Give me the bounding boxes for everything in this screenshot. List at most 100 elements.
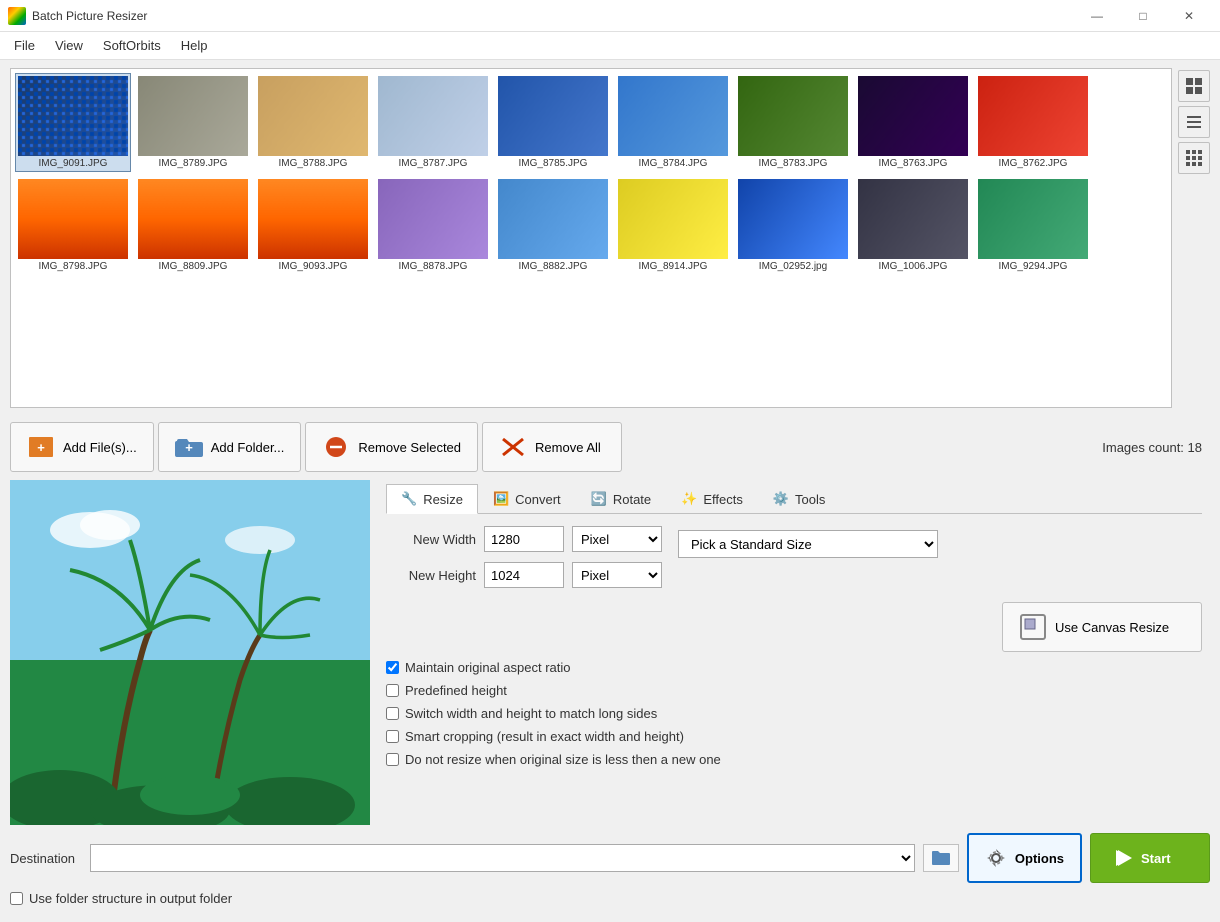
smart-crop-checkbox[interactable] [386,730,399,743]
gallery-item[interactable]: IMG_8788.JPG [255,73,371,172]
gallery-item[interactable]: IMG_8763.JPG [855,73,971,172]
window-controls: — □ ✕ [1074,0,1212,32]
thumb-img [618,179,728,259]
options-panel: 🔧 Resize 🖼️ Convert 🔄 Rotate ✨ Effects ⚙… [378,480,1210,825]
tools-tab-label: Tools [795,492,825,507]
gallery-item[interactable]: IMG_8809.JPG [135,176,251,275]
list-view-icon [1185,113,1203,131]
switch-wh-row: Switch width and height to match long si… [386,706,1202,721]
new-height-input[interactable] [484,562,564,588]
gallery-item[interactable]: IMG_8882.JPG [495,176,611,275]
predefined-height-label[interactable]: Predefined height [405,683,507,698]
canvas-resize-button[interactable]: Use Canvas Resize [1002,602,1202,652]
no-resize-checkbox[interactable] [386,753,399,766]
thumb-img [18,76,128,156]
thumb-label: IMG_1006.JPG [879,261,948,272]
predefined-height-checkbox[interactable] [386,684,399,697]
gallery-item[interactable]: IMG_8762.JPG [975,73,1091,172]
gallery-item[interactable]: IMG_8878.JPG [375,176,491,275]
folder-browse-icon [931,849,951,867]
folder-structure-label[interactable]: Use folder structure in output folder [29,891,232,906]
maintain-aspect-row: Maintain original aspect ratio [386,660,1202,675]
standard-size-select[interactable]: Pick a Standard Size [678,530,938,558]
menu-bar: File View SoftOrbits Help [0,32,1220,60]
menu-softorbits[interactable]: SoftOrbits [93,34,171,57]
gallery-item[interactable]: IMG_9294.JPG [975,176,1091,275]
menu-view[interactable]: View [45,34,93,57]
folder-structure-checkbox[interactable] [10,892,23,905]
thumbnail-view-icon [1185,77,1203,95]
tab-rotate[interactable]: 🔄 Rotate [576,484,667,513]
start-label: Start [1141,851,1171,866]
smart-crop-label[interactable]: Smart cropping (result in exact width an… [405,729,684,744]
thumbnail-view-button[interactable] [1178,70,1210,102]
height-unit-select[interactable]: PixelPercentInchCm [572,562,662,588]
gallery-item[interactable]: IMG_8787.JPG [375,73,491,172]
list-view-button[interactable] [1178,106,1210,138]
remove-all-button[interactable]: Remove All [482,422,622,472]
close-button[interactable]: ✕ [1166,0,1212,32]
gallery-item[interactable]: IMG_8914.JPG [615,176,731,275]
thumb-label: IMG_8914.JPG [639,261,708,272]
minimize-button[interactable]: — [1074,0,1120,32]
gallery-item[interactable]: IMG_9091.JPG [15,73,131,172]
tools-tab-icon: ⚙️ [773,491,789,507]
thumb-img [738,179,848,259]
maintain-aspect-checkbox[interactable] [386,661,399,674]
app-title: Batch Picture Resizer [32,9,1074,23]
rotate-tab-icon: 🔄 [591,491,607,507]
tab-convert[interactable]: 🖼️ Convert [478,484,576,513]
thumb-img [498,179,608,259]
gallery-item[interactable]: IMG_9093.JPG [255,176,371,275]
remove-all-label: Remove All [535,440,601,455]
destination-input[interactable] [90,844,915,872]
canvas-resize-label: Use Canvas Resize [1055,620,1169,635]
destination-row: Destination Options St [10,833,1210,883]
tab-effects[interactable]: ✨ Effects [666,484,758,513]
thumb-img [258,179,368,259]
title-bar: Batch Picture Resizer — □ ✕ [0,0,1220,32]
thumb-label: IMG_8787.JPG [399,158,468,169]
add-folder-button[interactable]: + Add Folder... [158,422,302,472]
new-width-input[interactable] [484,526,564,552]
width-unit-select[interactable]: PixelPercentInchCm [572,526,662,552]
thumb-img [618,76,728,156]
maintain-aspect-label[interactable]: Maintain original aspect ratio [405,660,570,675]
options-button[interactable]: Options [967,833,1082,883]
options-label: Options [1015,851,1064,866]
gallery-item[interactable]: IMG_8784.JPG [615,73,731,172]
gallery-item[interactable]: IMG_8783.JPG [735,73,851,172]
destination-browse-button[interactable] [923,844,959,872]
gallery-item[interactable]: IMG_1006.JPG [855,176,971,275]
thumb-label: IMG_8809.JPG [159,261,228,272]
gallery-item[interactable]: IMG_8789.JPG [135,73,251,172]
predefined-height-row: Predefined height [386,683,1202,698]
remove-selected-button[interactable]: Remove Selected [305,422,478,472]
switch-wh-label[interactable]: Switch width and height to match long si… [405,706,657,721]
new-height-label: New Height [386,568,476,583]
svg-text:+: + [37,440,45,455]
thumb-label: IMG_9294.JPG [999,261,1068,272]
convert-tab-icon: 🖼️ [493,491,509,507]
no-resize-label[interactable]: Do not resize when original size is less… [405,752,721,767]
add-files-button[interactable]: + Add File(s)... [10,422,154,472]
resize-tab-label: Resize [423,492,463,507]
thumb-img [378,76,488,156]
gallery-item[interactable]: IMG_02952.jpg [735,176,851,275]
remove-selected-icon [322,435,350,459]
maximize-button[interactable]: □ [1120,0,1166,32]
menu-file[interactable]: File [4,34,45,57]
gallery-panel: IMG_9091.JPGIMG_8789.JPGIMG_8788.JPGIMG_… [10,68,1172,408]
gallery-item[interactable]: IMG_8798.JPG [15,176,131,275]
menu-help[interactable]: Help [171,34,218,57]
switch-wh-checkbox[interactable] [386,707,399,720]
tab-resize[interactable]: 🔧 Resize [386,484,478,514]
start-icon [1111,847,1133,869]
gallery-item[interactable]: IMG_8785.JPG [495,73,611,172]
grid-view-button[interactable] [1178,142,1210,174]
smart-crop-row: Smart cropping (result in exact width an… [386,729,1202,744]
preview-svg [10,480,370,825]
thumb-img [858,179,968,259]
start-button[interactable]: Start [1090,833,1210,883]
tab-tools[interactable]: ⚙️ Tools [758,484,841,513]
